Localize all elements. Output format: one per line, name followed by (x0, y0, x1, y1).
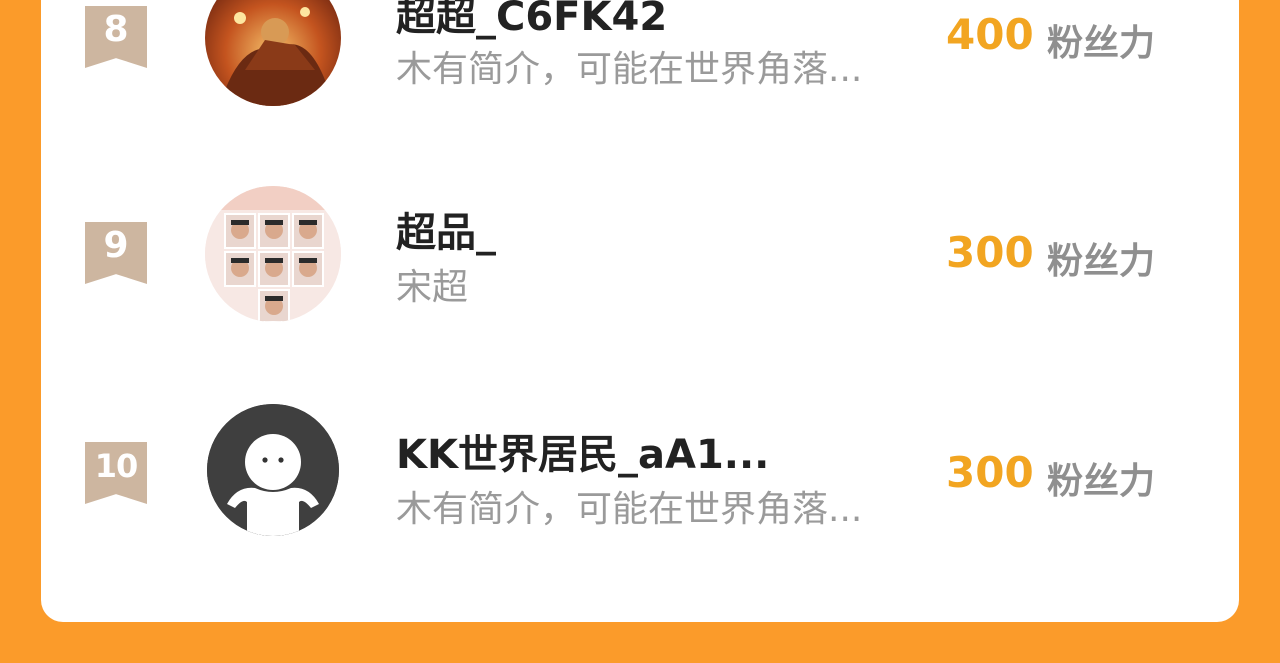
fan-score-unit: 粉丝力 (1047, 241, 1156, 282)
fan-score: 300 (946, 448, 1034, 497)
user-bio: 宋超 (396, 267, 469, 308)
warrior-avatar-icon (205, 0, 341, 106)
user-avatar[interactable] (205, 186, 341, 322)
fan-score: 400 (946, 10, 1034, 59)
user-bio: 木有简介，可能在世界角落... (396, 489, 863, 530)
ranking-row-8[interactable]: 8 超超_C6FK42 木有简介，可能在世界角落... 400 粉丝力 (0, 0, 1280, 120)
user-name[interactable]: 超超_C6FK42 (396, 0, 667, 42)
user-name[interactable]: 超品_ (396, 200, 496, 258)
user-avatar[interactable] (207, 404, 339, 536)
fan-score-unit: 粉丝力 (1047, 23, 1156, 64)
ranking-row-9[interactable]: 9 超品_ 宋超 300 粉丝力 (0, 186, 1280, 336)
rank-number: 8 (103, 9, 129, 50)
fan-score: 300 (946, 228, 1034, 277)
rank-number: 10 (94, 447, 139, 485)
photo-grid-avatar-icon (205, 186, 341, 322)
user-name[interactable]: KK世界居民_aA1... (396, 422, 769, 480)
rank-badge: 8 (85, 6, 147, 68)
ranking-row-10[interactable]: 10 KK世界居民_aA1... 木有简介，可能在世界角落... 300 粉丝力 (0, 404, 1280, 554)
user-avatar[interactable] (205, 0, 341, 106)
rank-badge: 10 (85, 442, 147, 504)
default-person-icon (207, 404, 339, 536)
rank-number: 9 (103, 225, 129, 266)
user-bio: 木有简介，可能在世界角落... (396, 49, 863, 90)
rank-badge: 9 (85, 222, 147, 284)
fan-score-unit: 粉丝力 (1047, 461, 1156, 502)
